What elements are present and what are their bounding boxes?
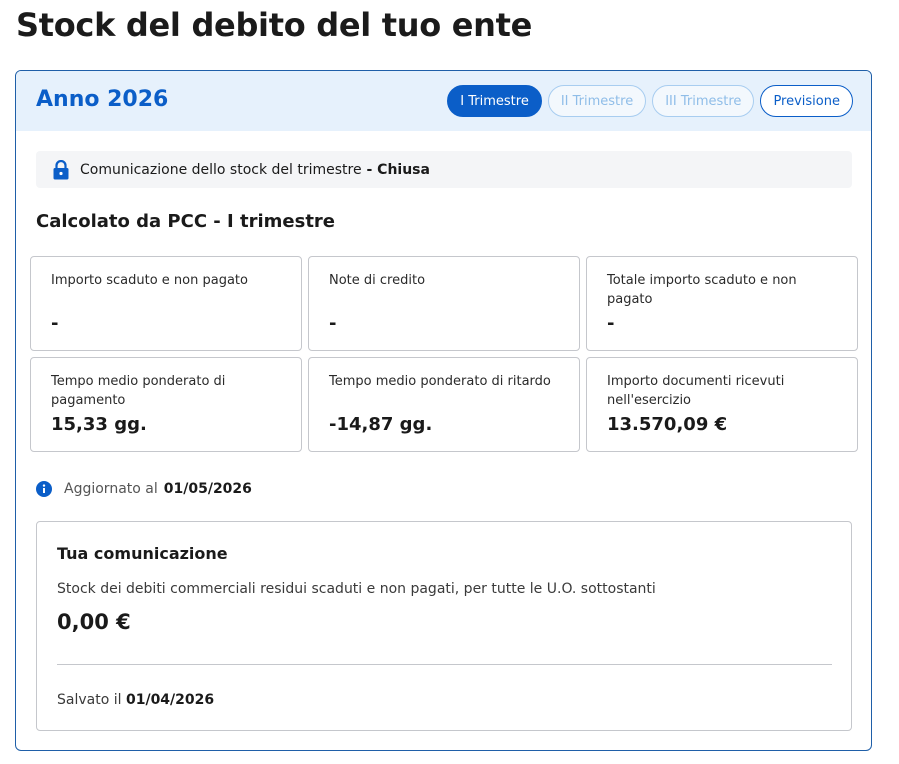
tab-previsione[interactable]: Previsione (760, 85, 853, 117)
tile-label: Importo scaduto e non pagato (51, 273, 248, 288)
tile-tempo-ritardo: Tempo medio ponderato di ritardo -14,87 … (308, 357, 580, 452)
tile-value: - (51, 313, 59, 334)
tile-importo-scaduto: Importo scaduto e non pagato - (30, 256, 302, 351)
tile-tempo-pagamento: Tempo medio ponderato di pagamento 15,33… (30, 357, 302, 452)
tab-i-trimestre[interactable]: I Trimestre (447, 85, 542, 117)
status-value: Chiusa (377, 161, 430, 178)
tile-value: 15,33 gg. (51, 414, 147, 435)
tile-label: Note di credito (329, 273, 426, 288)
communication-description: Stock dei debiti commerciali residui sca… (57, 581, 656, 597)
communication-box: Tua comunicazione Stock dei debiti comme… (36, 521, 852, 731)
tab-ii-trimestre[interactable]: II Trimestre (547, 85, 647, 117)
tile-value: - (329, 313, 337, 334)
tile-note-credito: Note di credito - (308, 256, 580, 351)
info-icon (36, 481, 52, 497)
tile-label: Importo documenti ricevuti nell'esercizi… (607, 374, 785, 408)
year-card: Anno 2026 I Trimestre II Trimestre III T… (15, 70, 872, 751)
lock-icon (52, 159, 70, 180)
status-separator: - (361, 161, 378, 178)
tile-label: Tempo medio ponderato di ritardo (329, 374, 551, 389)
tile-label: Totale importo scaduto e non pagato (607, 273, 797, 307)
communication-amount: 0,00 € (57, 610, 131, 634)
last-updated: Aggiornato al 01/05/2026 (36, 481, 252, 497)
saved-info: Salvato il 01/04/2026 (57, 692, 214, 708)
year-title: Anno 2026 (36, 87, 169, 112)
tile-totale-importo: Totale importo scaduto e non pagato - (586, 256, 858, 351)
stock-status-bar: Comunicazione dello stock del trimestre … (36, 151, 852, 188)
updated-label: Aggiornato al (64, 481, 158, 497)
divider (57, 664, 832, 665)
tab-iii-trimestre[interactable]: III Trimestre (652, 85, 755, 117)
status-text: Comunicazione dello stock del trimestre (80, 161, 362, 178)
page-title: Stock del debito del tuo ente (16, 6, 533, 44)
saved-label: Salvato il (57, 692, 122, 708)
saved-date: 01/04/2026 (125, 692, 215, 708)
tile-label: Tempo medio ponderato di pagamento (51, 374, 226, 408)
tile-importo-documenti: Importo documenti ricevuti nell'esercizi… (586, 357, 858, 452)
communication-title: Tua comunicazione (57, 544, 228, 563)
tile-value: -14,87 gg. (329, 414, 433, 435)
pcc-section-title: Calcolato da PCC - I trimestre (36, 211, 336, 232)
updated-date: 01/05/2026 (163, 481, 252, 497)
quarter-tabs: I Trimestre II Trimestre III Trimestre P… (447, 85, 853, 117)
card-header: Anno 2026 I Trimestre II Trimestre III T… (16, 71, 871, 131)
tile-value: - (607, 313, 615, 334)
tile-value: 13.570,09 € (607, 414, 728, 435)
